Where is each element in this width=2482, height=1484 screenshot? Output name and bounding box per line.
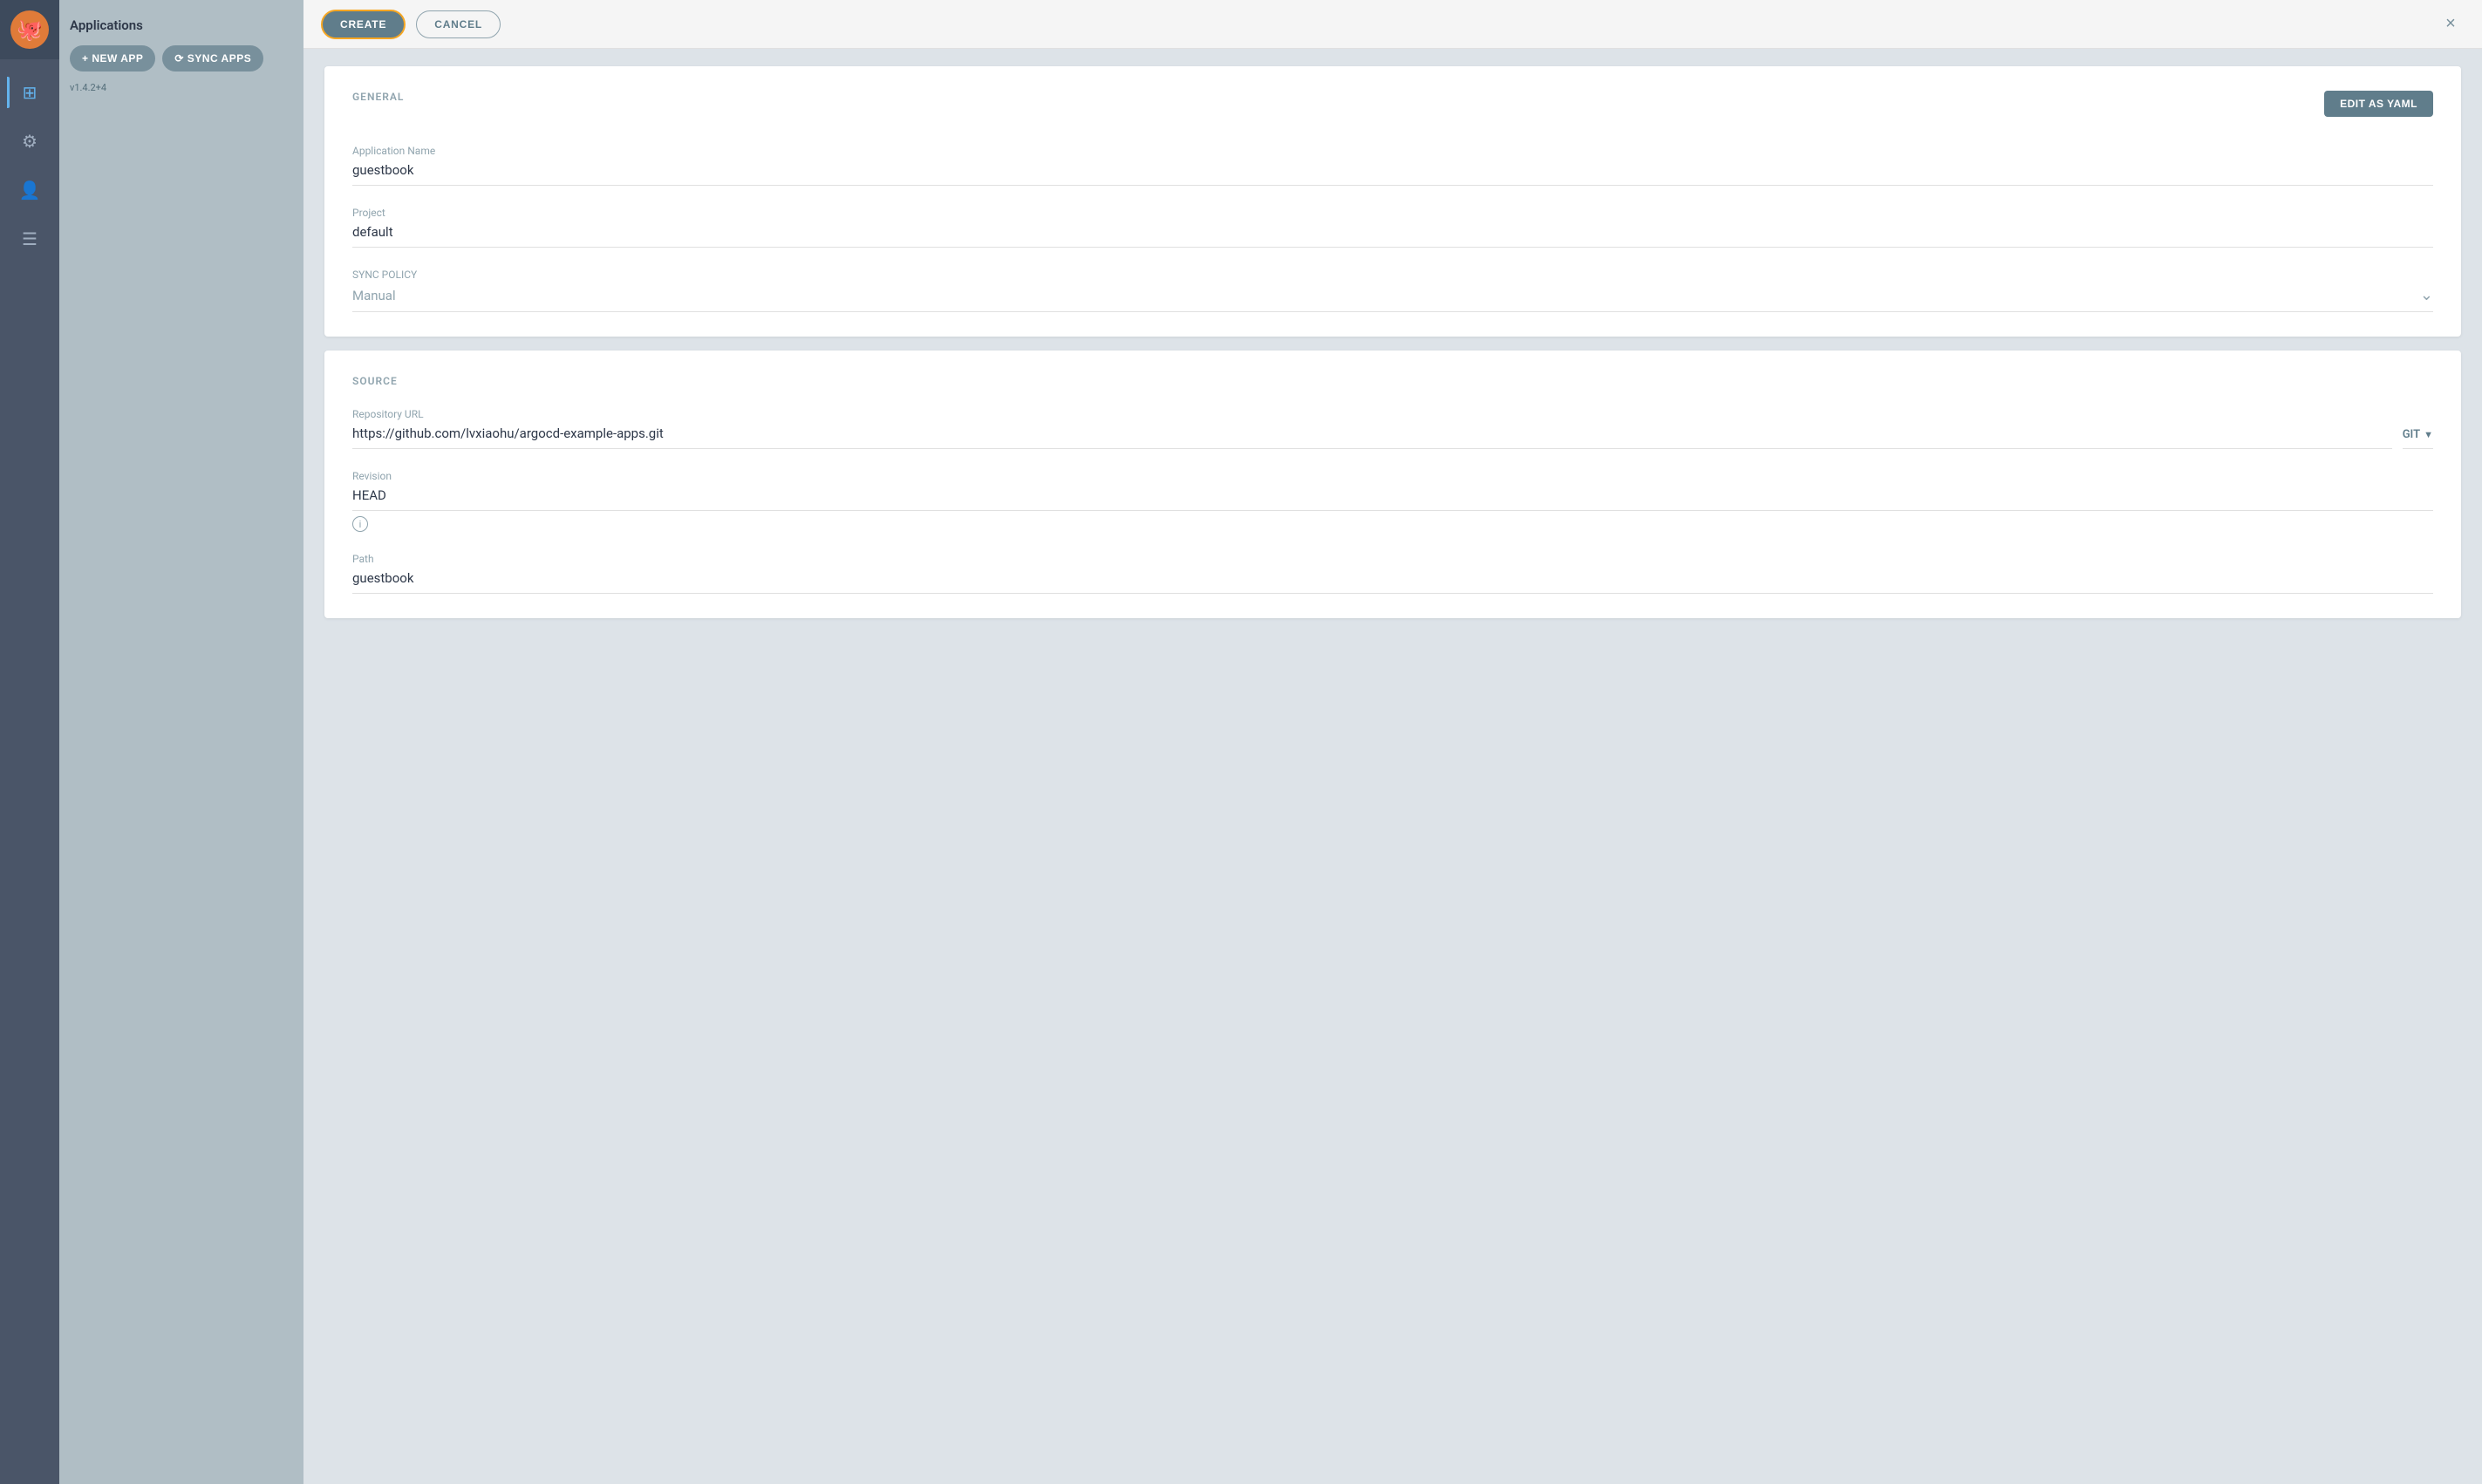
sync-policy-field: SYNC POLICY Manual ⌄ [352,269,2433,312]
app-logo: 🐙 [10,10,49,49]
project-value[interactable]: default [352,224,2433,248]
layers-icon: ⊞ [23,82,38,103]
create-button[interactable]: CREATE [321,10,406,39]
panel-actions: + NEW APP ⟳ SYNC APPS [70,45,293,71]
revision-field: Revision HEAD i [352,470,2433,532]
path-label: Path [352,553,2433,565]
left-panel: Applications + NEW APP ⟳ SYNC APPS v1.4.… [59,0,303,1484]
source-card: SOURCE Repository URL https://github.com… [324,351,2461,618]
info-icon: i [352,516,368,532]
docs-icon: ☰ [22,228,38,249]
app-name-label: Application Name [352,145,2433,157]
general-card: GENERAL EDIT AS YAML Application Name gu… [324,66,2461,337]
git-dropdown-icon: ▼ [2424,429,2433,440]
top-bar: CREATE CANCEL × [303,0,2482,49]
version-tag: v1.4.2+4 [70,80,293,95]
path-field: Path guestbook [352,553,2433,594]
panel-title: Applications [70,14,293,37]
close-button[interactable]: × [2437,10,2465,38]
repo-url-value[interactable]: https://github.com/lvxiaohu/argocd-examp… [352,425,2392,449]
repo-url-field: Repository URL https://github.com/lvxiao… [352,408,2433,449]
sidebar-logo: 🐙 [0,0,59,59]
sidebar-item-applications[interactable]: ⊞ [7,70,52,115]
path-value[interactable]: guestbook [352,570,2433,594]
sidebar-nav: ⊞ ⚙ 👤 ☰ [7,59,52,1484]
project-label: Project [352,207,2433,219]
edit-yaml-button[interactable]: EDIT AS YAML [2324,91,2433,117]
project-field: Project default [352,207,2433,248]
git-badge-label: GIT [2403,428,2420,441]
app-content: CREATE CANCEL × GENERAL EDIT AS YAML App… [303,0,2482,1484]
repo-url-row: https://github.com/lvxiaohu/argocd-examp… [352,425,2433,449]
sidebar: 🐙 ⊞ ⚙ 👤 ☰ [0,0,59,1484]
logo-icon: 🐙 [17,17,43,42]
main-area: Applications + NEW APP ⟳ SYNC APPS v1.4.… [59,0,2482,1484]
app-name-field: Application Name guestbook [352,145,2433,186]
repo-url-label: Repository URL [352,408,2433,420]
general-title: GENERAL [352,91,404,103]
new-app-button[interactable]: + NEW APP [70,45,155,71]
settings-icon: ⚙ [22,131,38,152]
revision-value[interactable]: HEAD [352,487,2433,511]
sidebar-item-docs[interactable]: ☰ [7,216,52,262]
sidebar-item-settings[interactable]: ⚙ [7,119,52,164]
user-icon: 👤 [19,180,41,201]
revision-label: Revision [352,470,2433,482]
sync-policy-dropdown[interactable]: Manual ⌄ [352,286,2433,312]
chevron-down-icon: ⌄ [2420,286,2433,304]
general-section-header: GENERAL EDIT AS YAML [352,91,2433,124]
source-title: SOURCE [352,375,2433,387]
sync-apps-button[interactable]: ⟳ SYNC APPS [162,45,263,71]
app-name-value[interactable]: guestbook [352,162,2433,186]
form-scroll: GENERAL EDIT AS YAML Application Name gu… [303,49,2482,1484]
sidebar-item-user[interactable]: 👤 [7,167,52,213]
full-layout: Applications + NEW APP ⟳ SYNC APPS v1.4.… [59,0,2482,1484]
git-badge[interactable]: GIT ▼ [2403,428,2433,449]
sync-policy-label: SYNC POLICY [352,269,2433,281]
sync-policy-value: Manual [352,288,396,303]
cancel-button[interactable]: CANCEL [416,10,501,38]
